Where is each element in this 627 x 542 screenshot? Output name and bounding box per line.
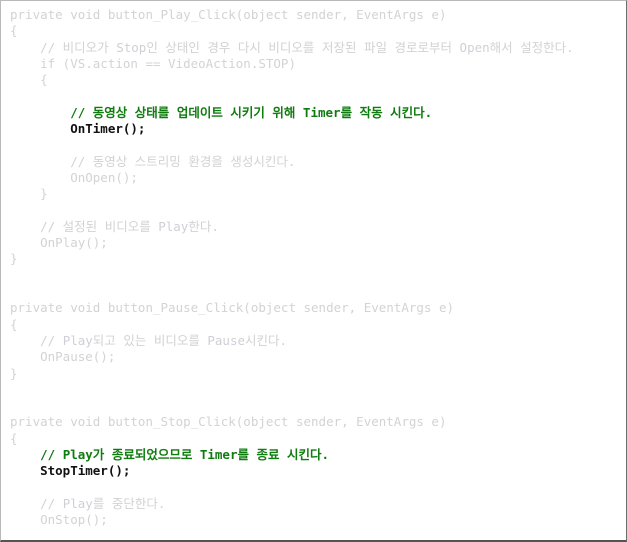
code-comment-text: // Play를 중단한다. [10,495,166,511]
code-statement: { [10,430,18,446]
code-line: // 동영상 상태를 업데이트 시키기 위해 Timer를 작동 시킨다. [10,105,626,121]
code-statement: { [10,316,18,332]
code-line: private void button_Stop_Click(object se… [10,414,626,430]
code-statement: OnTimer(); [10,121,146,137]
code-comment-text: // 비디오가 Stop인 상태인 경우 다시 비디오를 저장된 파일 경로로부… [10,39,574,55]
code-line: // 설정된 비디오를 Play한다. [10,219,626,235]
code-comment-text: // 동영상 상태를 업데이트 시키기 위해 Timer를 작동 시킨다. [10,104,433,120]
code-statement: { [10,72,48,88]
code-statement: private void button_Play_Click(object se… [10,7,447,22]
code-line: StopTimer(); [10,463,626,479]
code-line: OnStop(); [10,512,626,528]
code-statement: OnPlay(); [10,235,108,251]
code-line: OnPlay(); [10,235,626,251]
code-lines: private void button_Play_Click(object se… [10,7,626,541]
code-line: // Play되고 있는 비디오를 Pause시킨다. [10,333,626,349]
code-line: } [10,366,626,382]
code-line: { [10,72,626,88]
code-statement: } [10,186,48,202]
code-line: // Play가 종료되었으므로 Timer를 종료 시킨다. [10,447,626,463]
code-line: { [10,23,626,39]
code-line: // 동영상 스트리밍 환경을 생성시킨다. [10,154,626,170]
code-line: OnOpen(); [10,170,626,186]
code-token: Stop [116,39,147,55]
code-token: Timer [199,447,238,463]
code-statement: { [10,23,18,39]
code-token: Pause [207,332,246,348]
code-statement: private void button_Stop_Click(object se… [10,414,447,430]
code-line: { [10,431,626,447]
code-statement: } [10,251,18,267]
code-line: { [10,317,626,333]
code-line: } [10,251,626,267]
code-statement: if (VS.action == VideoAction.STOP) [10,55,296,71]
code-statement: private void button_Pause_Click(object s… [10,300,455,316]
code-line: private void button_Play_Click(object se… [10,7,626,23]
code-line: if (VS.action == VideoAction.STOP) [10,56,626,72]
code-token: Play [62,495,93,511]
code-token: Timer [302,104,341,120]
code-token: Open [459,39,490,55]
code-comment-text: // Play되고 있는 비디오를 Pause시킨다. [10,332,288,348]
code-statement: } [10,365,18,381]
code-line: OnTimer(); [10,121,626,137]
code-statement: OnPause(); [10,349,116,365]
code-block: private void button_Play_Click(object se… [0,0,627,542]
code-statement: StopTimer(); [10,463,131,479]
code-statement: OnOpen(); [10,169,138,185]
code-line: // 비디오가 Stop인 상태인 경우 다시 비디오를 저장된 파일 경로로부… [10,40,626,56]
code-line: private void button_Pause_Click(object s… [10,300,626,316]
code-token: Play [62,447,93,463]
code-line: } [10,186,626,202]
code-comment-text: // 설정된 비디오를 Play한다. [10,218,219,234]
code-comment-text: // Play가 종료되었으므로 Timer를 종료 시킨다. [10,447,330,463]
code-line: // Play를 중단한다. [10,496,626,512]
code-line: OnPause(); [10,349,626,365]
code-token: Play [62,332,93,348]
code-statement: OnStop(); [10,512,108,528]
code-token: Play [158,218,189,234]
code-comment-text: // 동영상 스트리밍 환경을 생성시킨다. [10,153,296,169]
